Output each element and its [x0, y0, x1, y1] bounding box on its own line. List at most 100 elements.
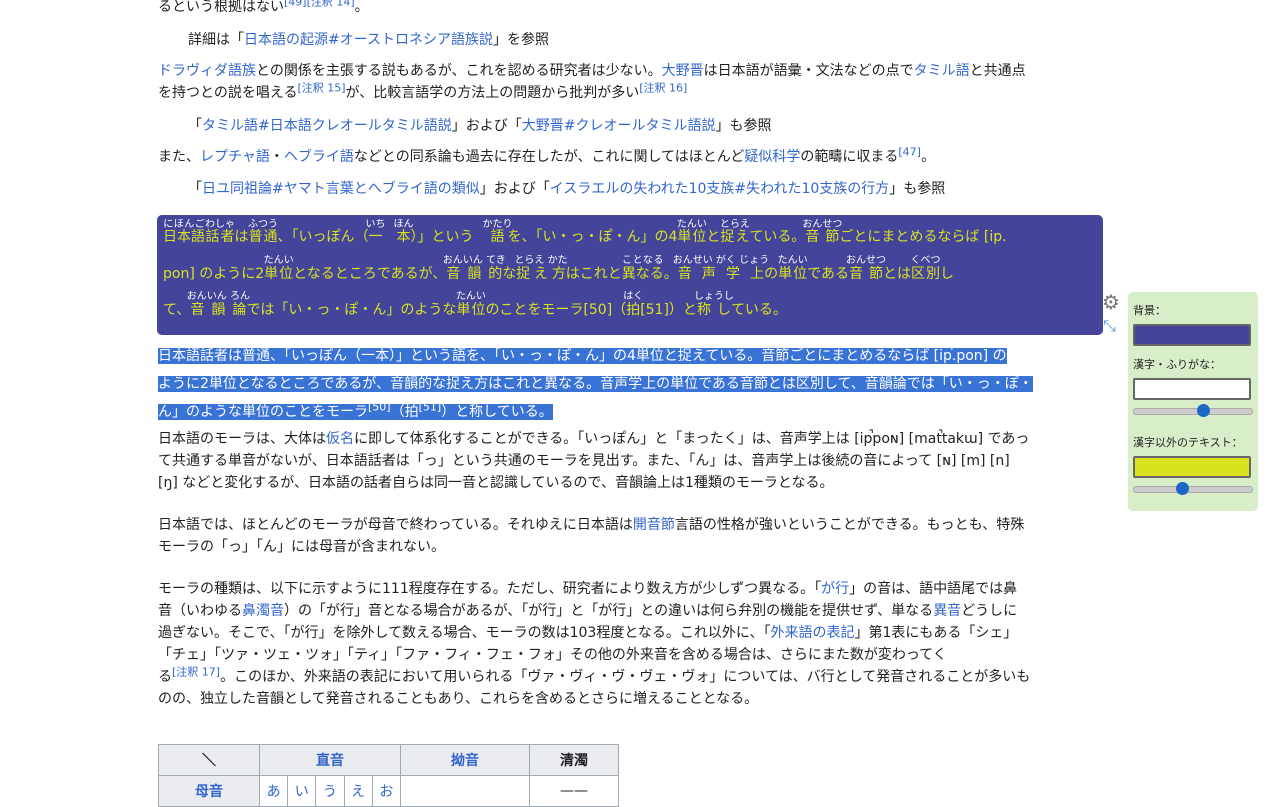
slider-handle[interactable] [1176, 482, 1189, 495]
article-link[interactable]: 仮名 [326, 431, 354, 447]
table-row-header-link[interactable]: 母音 [195, 784, 223, 800]
furigana-text: のことをモーラ[50]（ [485, 302, 627, 318]
furigana-word: 拍はく [623, 291, 644, 318]
collapse-icon[interactable]: ⤡ [1103, 316, 1116, 336]
furigana-text: 、「いっぽん（ [277, 229, 369, 245]
furigana-word: 音韻論おんいん ろん [186, 291, 250, 318]
article-link[interactable]: タミル語#日本語クレオールタミル語説 [202, 118, 452, 134]
article-link[interactable]: 疑似科学 [744, 149, 800, 165]
article-link[interactable]: 日ユ同祖論#ヤマト言葉とヘブライ語の類似 [202, 181, 480, 197]
furigana-word: 単位たんい [777, 255, 808, 282]
table-header: 清濁 [529, 744, 619, 776]
other-text-size-slider[interactable] [1133, 482, 1253, 495]
furigana-word: 日本語にほんご [163, 219, 205, 245]
other-text-label: 漢字以外のテキスト： [1133, 436, 1243, 449]
hatnote: 「タミル語#日本語クレオールタミル語説」および「大野晋#クレオールタミル語説」も… [188, 118, 772, 134]
furigana-text: を、「い・っ・ぽ・ん」の4 [507, 229, 678, 245]
furigana-word: 異なることなる [621, 255, 664, 282]
article-link[interactable]: ドラヴィダ語族 [158, 63, 256, 79]
hatnote: 詳細は「日本語の起源#オーストロネシア語族説」を参照 [188, 32, 550, 48]
paragraph: モーラの種類は、以下に示すように111程度存在する。ただし、研究者により数え方が… [158, 581, 1031, 707]
slider-handle[interactable] [1197, 404, 1210, 417]
furigana-text: ている。 [730, 302, 787, 318]
paragraph: また、レプチャ語・ヘブライ語などとの同系論も過去に存在したが、これに関してはほと… [158, 145, 935, 165]
furigana-word: 捉えとらえ [719, 219, 750, 245]
article-link[interactable]: ヘブライ語 [284, 149, 354, 165]
furigana-word: 本ほん [393, 219, 414, 245]
article-link[interactable]: イスラエルの失われた10支族#失われた10支族の行方 [550, 181, 890, 197]
furigana-word: 単位たんい [676, 219, 707, 245]
furigana-text: ）」という [410, 229, 488, 245]
furigana-text: と [706, 229, 721, 245]
furigana-word: 話者わしゃ [205, 219, 235, 245]
furigana-text: はこれと [565, 266, 622, 282]
table-cell-link[interactable]: え [351, 784, 365, 800]
table-cell-link[interactable]: あ [267, 784, 281, 800]
furigana-word: 単位たんい [455, 291, 486, 318]
table-header-link[interactable]: 拗音 [451, 753, 479, 769]
citation-link[interactable]: [49] [284, 0, 307, 8]
furigana-overlay: 日本語にほんご話者わしゃは普通ふつう、「いっぽん（一いち 本ほん）」という 語か… [157, 215, 1103, 335]
furigana-line: て、音韻論おんいん ろんでは「い・っ・ぽ・ん」のような単位たんいのことをモーラ[… [163, 291, 1097, 327]
furigana-text: では「い・っ・ぽ・ん」のような [246, 302, 457, 318]
furigana-text: は [234, 229, 249, 245]
note-link[interactable]: [注釈 16] [639, 81, 687, 94]
furigana-word: 普通ふつう [248, 219, 278, 245]
note-link[interactable]: [注釈 14] [307, 0, 355, 8]
paragraph: 日本語では、ほとんどのモーラが母音で終わっている。それゆえに日本語は開音節言語の… [158, 517, 1025, 555]
kanji-color-picker[interactable] [1133, 378, 1251, 400]
article-link[interactable]: 開音節 [633, 517, 675, 533]
article-link[interactable]: が行 [821, 581, 849, 597]
table-corner: ＼ [158, 744, 260, 776]
table-cell [400, 775, 530, 807]
background-label: 背景： [1133, 304, 1166, 317]
furigana-word: 称ししょうし [693, 291, 734, 318]
furigana-text: ごとにまとめるならば [ip. [839, 229, 1007, 245]
kanji-size-slider[interactable] [1133, 404, 1253, 417]
table-cell: —— [529, 775, 619, 807]
article-link[interactable]: レプチャ語 [200, 149, 270, 165]
article-link[interactable]: 大野晋 [662, 63, 704, 79]
furigana-text: の [764, 266, 779, 282]
background-color-picker[interactable] [1133, 324, 1251, 346]
table-cell-link[interactable]: い [295, 784, 309, 800]
article-link[interactable]: 大野晋#クレオールタミル語説 [522, 118, 716, 134]
gear-icon[interactable]: ⚙ [1102, 290, 1120, 314]
furigana-word: 捉え方とらえ かた [514, 255, 568, 282]
furigana-settings-panel: 背景： 漢字・ふりがな： 漢字以外のテキスト： [1128, 292, 1258, 511]
furigana-text: となるところであるが、 [293, 266, 447, 282]
hatnote: 「日ユ同祖論#ヤマト言葉とヘブライ語の類似」および「イスラエルの失われた10支族… [188, 181, 946, 197]
kanji-label: 漢字・ふりがな： [1133, 358, 1221, 371]
table-cell-link[interactable]: お [379, 784, 393, 800]
selected-paragraph[interactable]: 日本語話者は普通、「いっぽん（一本）」という語を、「い・っ・ぽ・ん」の4単位と捉… [158, 342, 1108, 426]
paragraph: るという根拠はない[49][注釈 14]。 [158, 0, 1104, 18]
furigana-word: 音韻的おんいん てき [442, 255, 506, 282]
furigana-text: である [807, 266, 849, 282]
table-cell-link[interactable]: う [323, 784, 337, 800]
article-link[interactable]: 鼻濁音 [242, 603, 284, 619]
furigana-line: 日本語にほんご話者わしゃは普通ふつう、「いっぽん（一いち 本ほん）」という 語か… [163, 219, 1097, 255]
note-link[interactable]: [注釈 17] [172, 665, 220, 678]
furigana-word: 音声学上おんせい がく じょう [672, 255, 770, 282]
furigana-line: pon] のように2単位たんいとなるところであるが、音韻的おんいん てきな捉え方… [163, 255, 1097, 291]
furigana-text: とは [882, 266, 911, 282]
citation-link[interactable]: [47] [898, 145, 921, 158]
furigana-word: 音節おんせつ [845, 255, 886, 282]
furigana-word: 一いち [365, 219, 386, 245]
furigana-word: 音節おんせつ [802, 219, 843, 245]
furigana-text: pon] のように2 [163, 266, 265, 282]
article-link[interactable]: 外来語の表記 [770, 625, 854, 641]
furigana-word: 区別くべつ [910, 255, 941, 282]
article-link[interactable]: 日本語の起源#オーストロネシア語族説 [244, 32, 493, 48]
furigana-text: [51]）と [640, 302, 697, 318]
furigana-text: ている。 [749, 229, 806, 245]
furigana-word: 単位たんい [263, 255, 294, 282]
furigana-text: し [939, 266, 954, 282]
mora-table: ＼ 直音 拗音 清濁 母音 あ い う え お —— [158, 744, 619, 807]
article-link[interactable]: 異音 [933, 603, 961, 619]
article-link[interactable]: タミル語 [914, 63, 970, 79]
note-link[interactable]: [注釈 15] [297, 81, 345, 94]
table-header-link[interactable]: 直音 [316, 753, 344, 769]
furigana-word: 語かたり [482, 219, 513, 245]
other-text-color-picker[interactable] [1133, 456, 1251, 478]
